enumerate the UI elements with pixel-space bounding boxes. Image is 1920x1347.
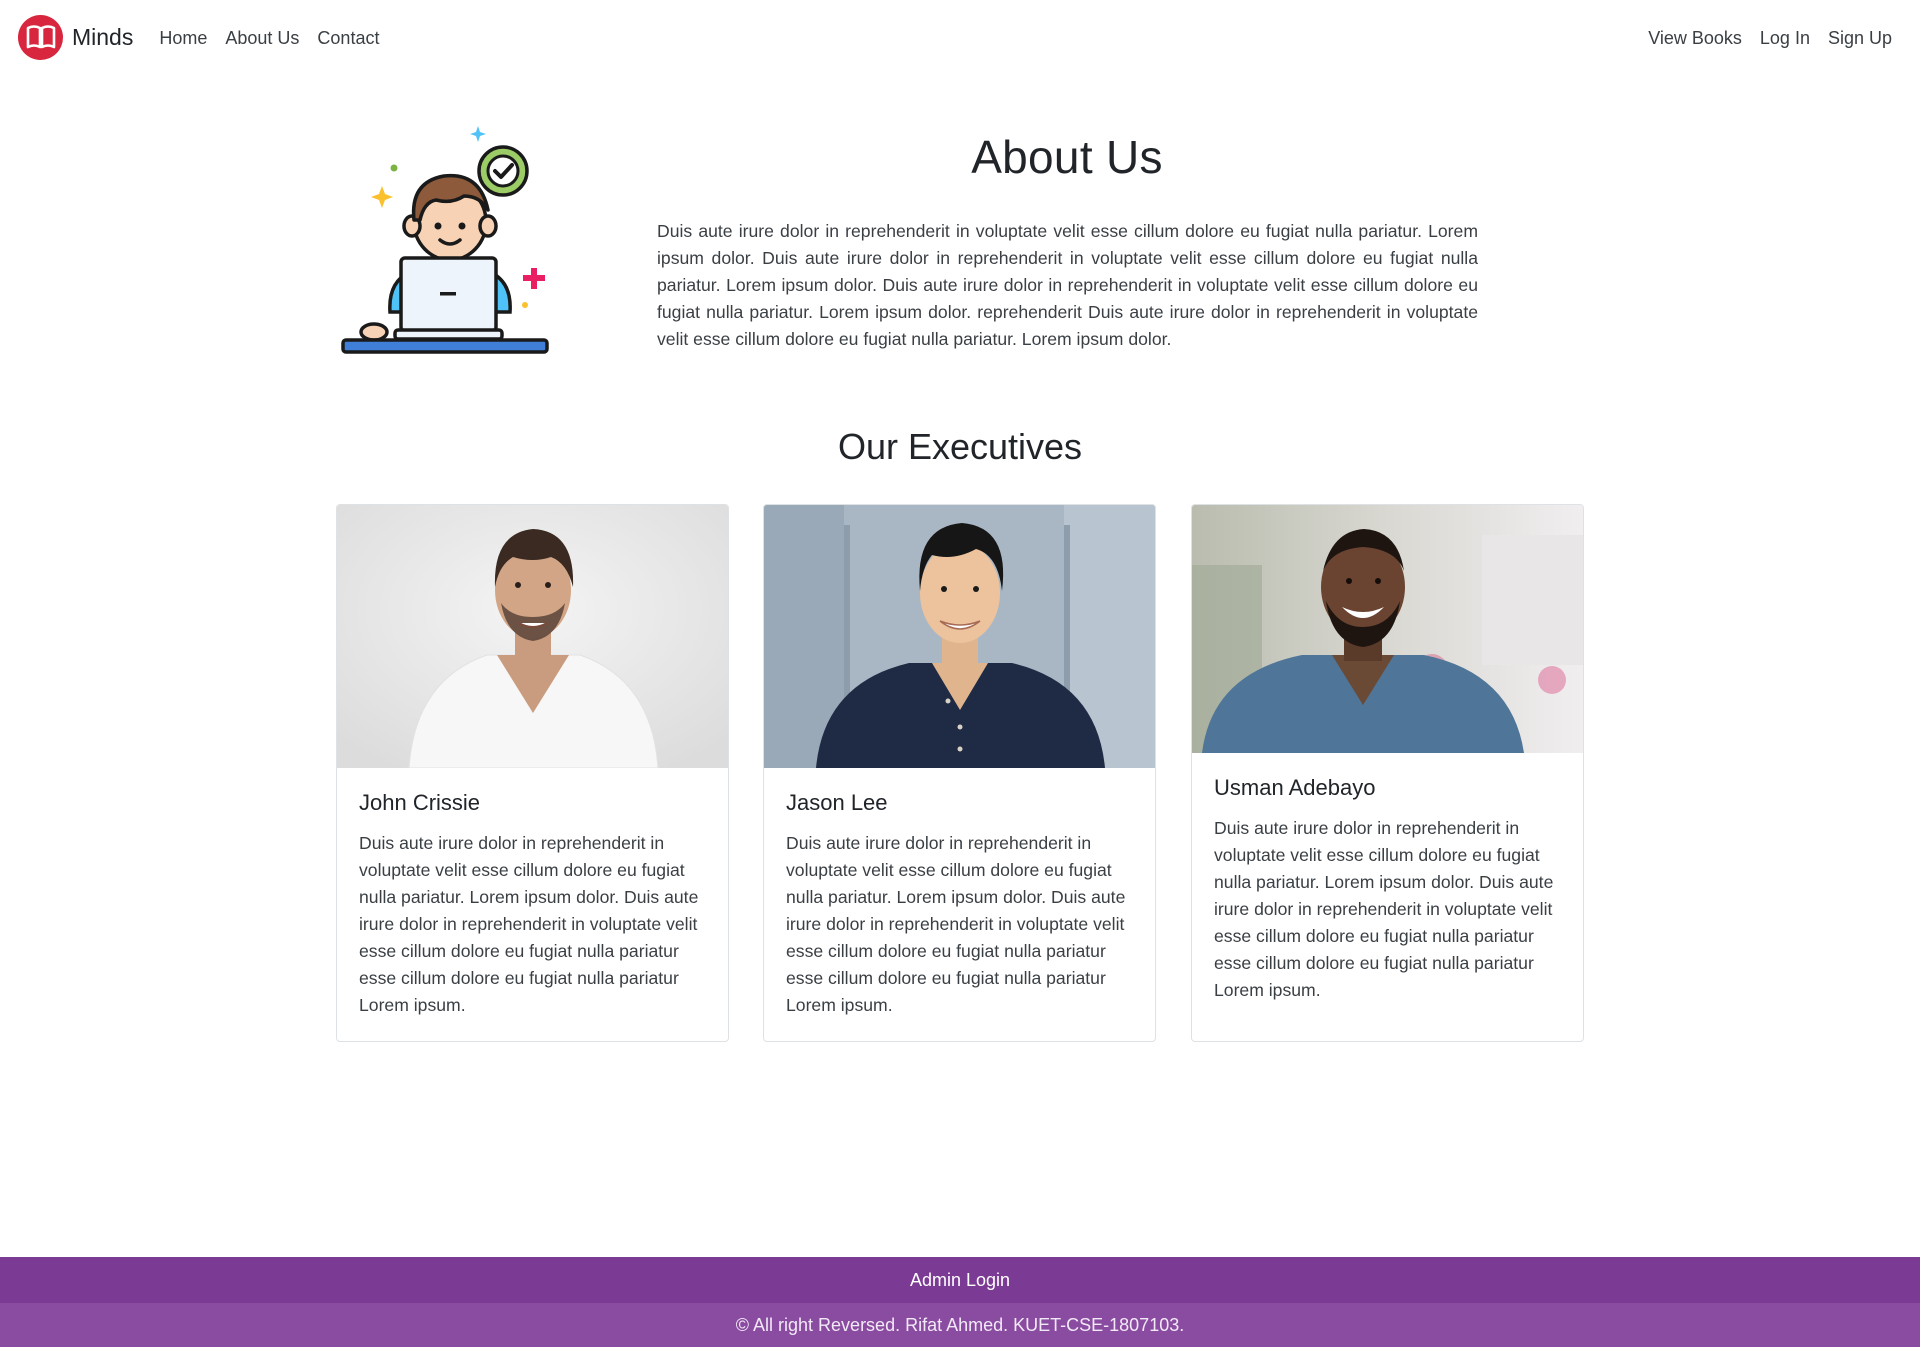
footer-top: Admin Login (0, 1257, 1920, 1303)
executive-card: Jason Lee Duis aute irure dolor in repre… (763, 504, 1156, 1042)
executive-photo (1192, 505, 1583, 753)
card-body: John Crissie Duis aute irure dolor in re… (337, 768, 728, 1039)
nav-log-in[interactable]: Log In (1760, 28, 1810, 49)
brand-name: Minds (72, 23, 134, 50)
nav-left: Home About Us Contact (159, 28, 379, 49)
nav-view-books[interactable]: View Books (1648, 28, 1742, 49)
executive-card: Usman Adebayo Duis aute irure dolor in r… (1191, 504, 1584, 1042)
nav-contact[interactable]: Contact (317, 28, 379, 49)
executive-name: Jason Lee (786, 790, 888, 815)
nav-right: View Books Log In Sign Up (1648, 28, 1892, 49)
executive-bio: Duis aute irure dolor in reprehenderit i… (359, 833, 699, 1015)
executive-name: John Crissie (359, 790, 481, 815)
executive-photo (764, 505, 1155, 768)
executive-bio: Duis aute irure dolor in reprehenderit i… (1214, 818, 1554, 1000)
admin-login-link[interactable]: Admin Login (910, 1270, 1010, 1291)
nav-home[interactable]: Home (159, 28, 207, 49)
card-body: Jason Lee Duis aute irure dolor in repre… (764, 768, 1155, 1039)
about-text: Duis aute irure dolor in reprehenderit i… (657, 221, 1478, 349)
person-laptop-check-illustration (340, 122, 560, 362)
executives-title: Our Executives (837, 426, 1083, 467)
nav-sign-up[interactable]: Sign Up (1828, 28, 1892, 49)
navbar: Minds Home About Us Contact View Books L… (0, 0, 1920, 74)
executive-photo (337, 505, 728, 768)
open-book-icon (18, 14, 63, 60)
executive-card: John Crissie Duis aute irure dolor in re… (336, 504, 729, 1042)
brand-link[interactable]: Minds (18, 14, 134, 60)
executive-bio: Duis aute irure dolor in reprehenderit i… (786, 833, 1126, 1015)
footer-bottom: © All right Reversed. Rifat Ahmed. KUET-… (0, 1303, 1920, 1347)
nav-about-us[interactable]: About Us (225, 28, 299, 49)
executive-name: Usman Adebayo (1214, 775, 1376, 800)
card-body: Usman Adebayo Duis aute irure dolor in r… (1192, 753, 1583, 1024)
about-title: About Us (971, 131, 1163, 183)
copyright-text: © All right Reversed. Rifat Ahmed. KUET-… (735, 1314, 1185, 1335)
